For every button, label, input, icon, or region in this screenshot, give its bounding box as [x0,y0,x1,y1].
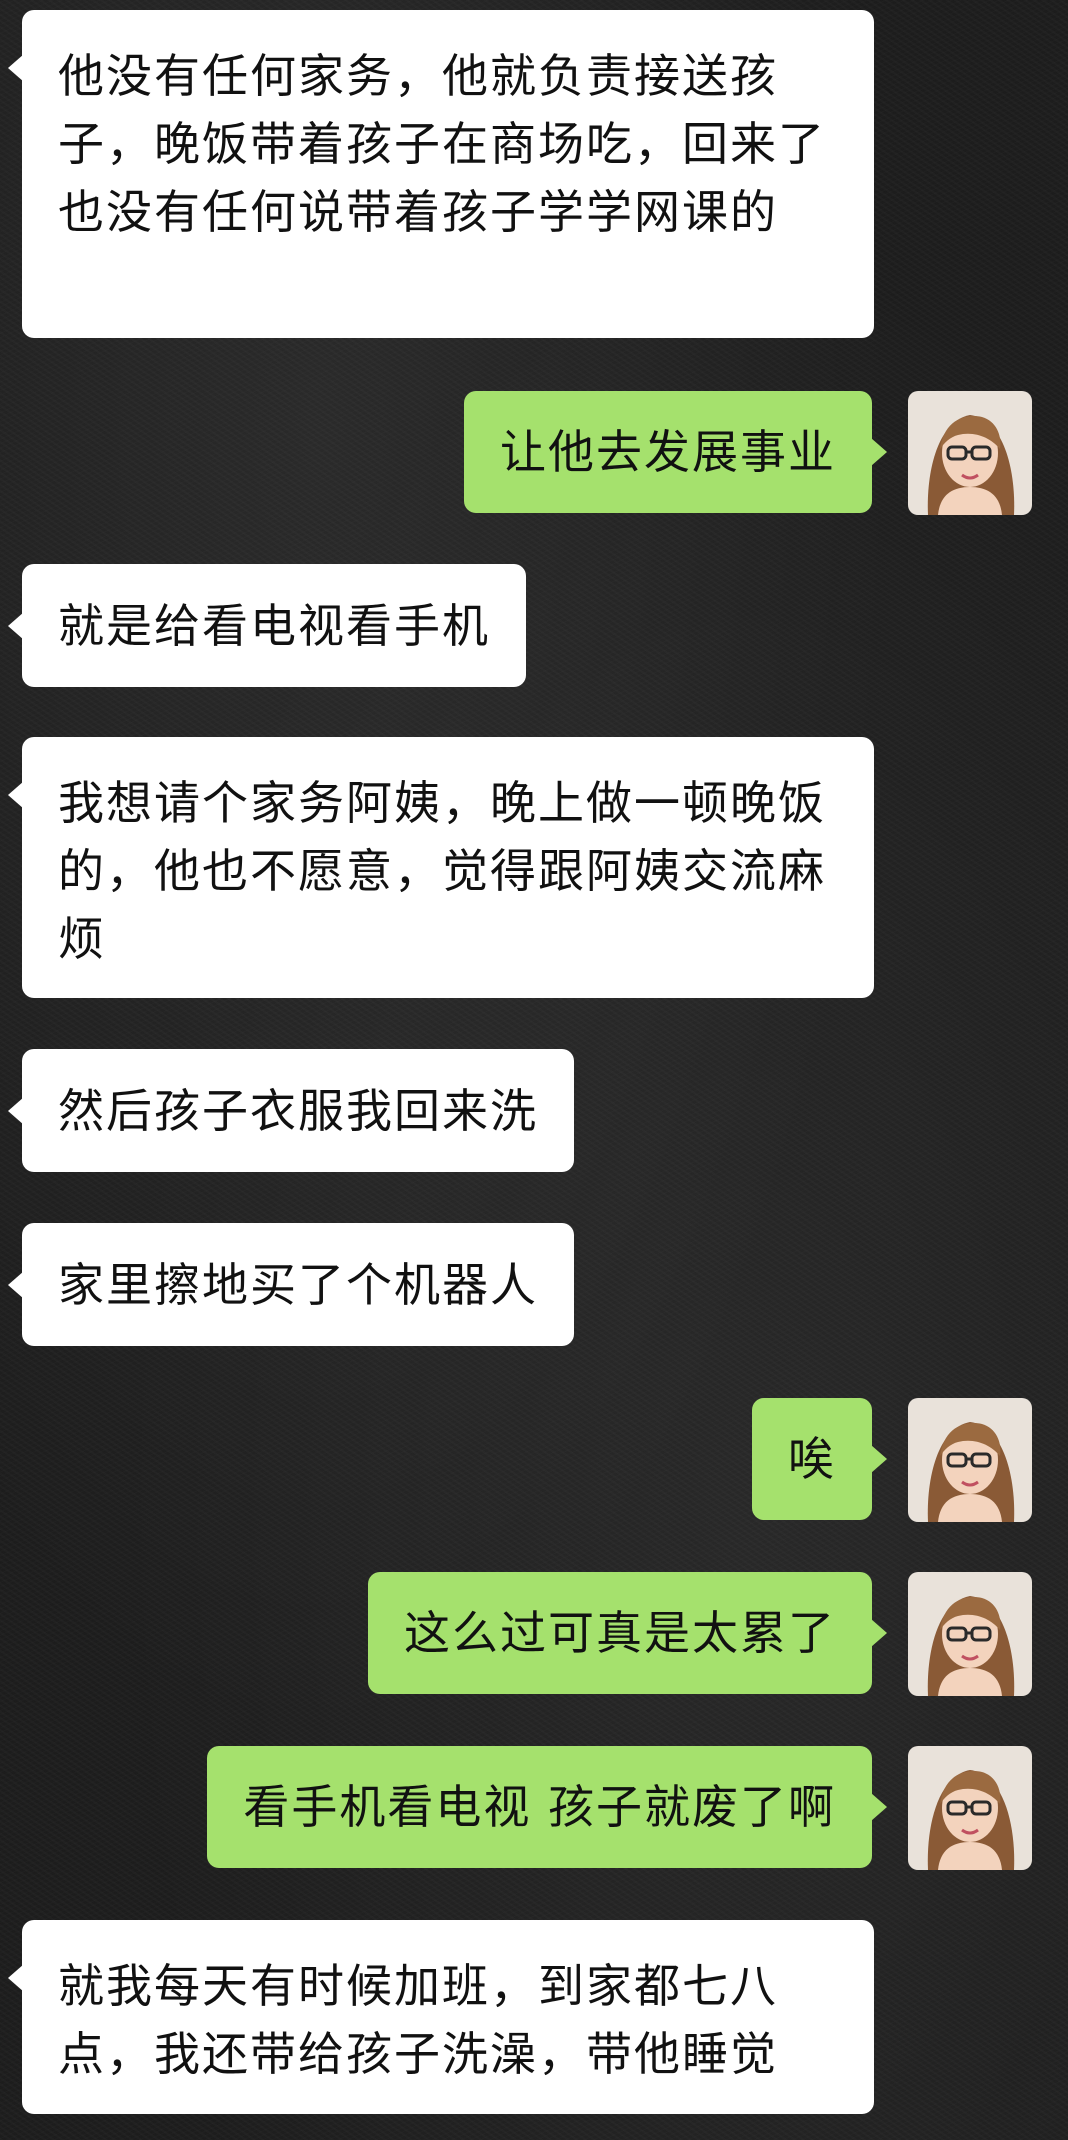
message-text: 我想请个家务阿姨，晚上做一顿晚饭的，他也不愿意，觉得跟阿姨交流麻烦 [58,776,826,966]
incoming-message-bubble[interactable]: 家里擦地买了个机器人 [8,1223,574,1346]
user-avatar[interactable] [908,1572,1032,1696]
message-text: 这么过可真是太累了 [404,1606,836,1660]
user-avatar[interactable] [908,391,1032,515]
user-avatar[interactable] [908,1746,1032,1870]
message-text: 看手机看电视 孩子就废了啊 [243,1780,836,1834]
message-text: 就我每天有时候加班，到家都七八点，我还带给孩子洗澡，带他睡觉 [58,1959,778,2081]
message-text: 就是给看电视看手机 [58,598,490,653]
message-text: 他没有任何家务，他就负责接送孩子，晚饭带着孩子在商场吃，回来了也没有任何说带着孩… [58,49,826,239]
avatar-icon [908,1398,1032,1522]
message-text: 让他去发展事业 [500,425,836,479]
avatar-icon [908,1746,1032,1870]
outgoing-message-bubble[interactable]: 让他去发展事业 [464,391,887,513]
message-text: 然后孩子衣服我回来洗 [58,1083,538,1138]
incoming-message-bubble[interactable]: 然后孩子衣服我回来洗 [8,1049,574,1172]
message-text: 家里擦地买了个机器人 [58,1257,538,1312]
message-text: 唉 [788,1432,836,1486]
outgoing-message-bubble[interactable]: 看手机看电视 孩子就废了啊 [207,1746,887,1868]
incoming-message-bubble[interactable]: 我想请个家务阿姨，晚上做一顿晚饭的，他也不愿意，觉得跟阿姨交流麻烦 [8,737,874,998]
incoming-message-bubble[interactable]: 他没有任何家务，他就负责接送孩子，晚饭带着孩子在商场吃，回来了也没有任何说带着孩… [8,10,874,338]
chat-message-list: 他没有任何家务，他就负责接送孩子，晚饭带着孩子在商场吃，回来了也没有任何说带着孩… [0,0,1068,2140]
avatar-icon [908,1572,1032,1696]
user-avatar[interactable] [908,1398,1032,1522]
incoming-message-bubble[interactable]: 就是给看电视看手机 [8,564,526,687]
outgoing-message-bubble[interactable]: 这么过可真是太累了 [368,1572,887,1694]
outgoing-message-bubble[interactable]: 唉 [752,1398,887,1520]
incoming-message-bubble[interactable]: 就我每天有时候加班，到家都七八点，我还带给孩子洗澡，带他睡觉 [8,1920,874,2114]
avatar-icon [908,391,1032,515]
